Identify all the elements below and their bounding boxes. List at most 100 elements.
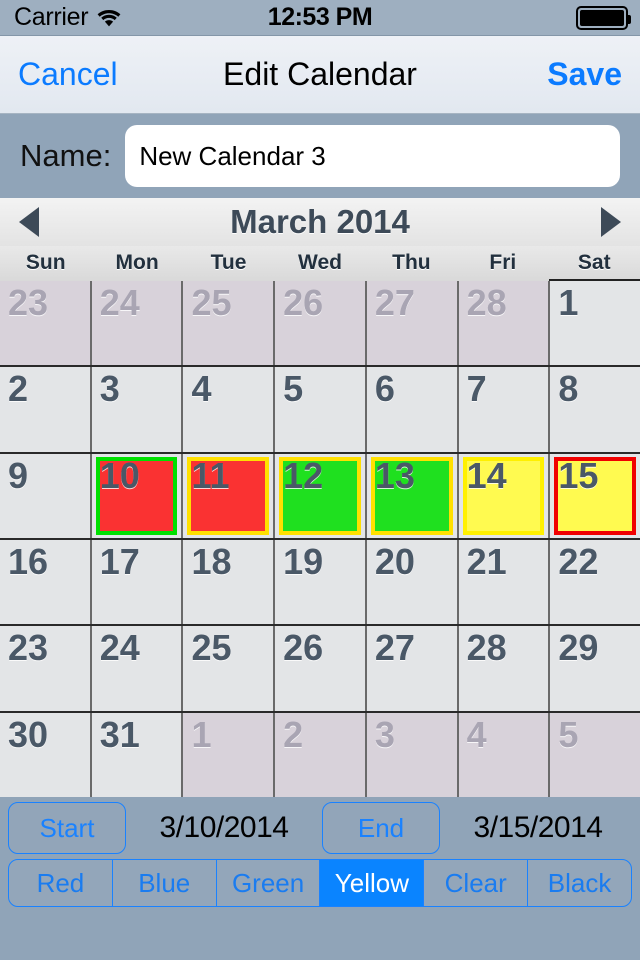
day-cell-3[interactable]: 3: [91, 367, 184, 452]
day-cell-1[interactable]: 1: [183, 712, 276, 797]
weekday-label-mon: Mon: [115, 251, 159, 274]
color-segment-yellow[interactable]: Yellow: [320, 860, 425, 906]
day-number: 2: [283, 713, 304, 755]
day-cell-2[interactable]: 2: [275, 712, 367, 797]
end-date-value: 3/15/2014: [473, 811, 603, 844]
day-number: 26: [283, 282, 324, 323]
day-highlight: [554, 456, 637, 535]
day-cell-19[interactable]: 19: [275, 539, 367, 625]
day-number: 29: [558, 627, 599, 669]
day-number: 24: [99, 627, 140, 669]
color-segment-red[interactable]: Red: [9, 860, 113, 906]
day-cell-13[interactable]: 13: [366, 453, 459, 538]
day-cell-14[interactable]: 14: [458, 453, 551, 538]
battery-fill: [580, 9, 624, 26]
day-number: 5: [558, 713, 579, 755]
day-cell-11[interactable]: 11: [183, 453, 276, 538]
day-cell-4[interactable]: 4: [458, 712, 551, 797]
day-cell-24[interactable]: 24: [91, 626, 184, 711]
day-number: 30: [8, 713, 49, 755]
day-cell-1[interactable]: 1: [550, 281, 640, 366]
day-number: 24: [99, 282, 140, 323]
day-highlight: [279, 456, 361, 535]
day-number: 5: [283, 368, 304, 410]
day-number: 28: [466, 282, 507, 323]
calendar-week-row: 23 24 25 26 27 28 29: [0, 626, 640, 713]
day-cell-26[interactable]: 26: [275, 281, 367, 366]
day-cell-27[interactable]: 27: [366, 626, 459, 711]
day-number: 1: [558, 282, 579, 323]
day-cell-24[interactable]: 24: [91, 281, 184, 366]
weekday-label-thu: Thu: [392, 251, 431, 274]
day-cell-4[interactable]: 4: [183, 367, 276, 452]
day-cell-25[interactable]: 25: [183, 281, 276, 366]
day-number: 4: [466, 713, 487, 755]
month-title: March 2014: [230, 203, 410, 240]
battery-cap: [627, 14, 631, 24]
day-number: 22: [558, 540, 599, 582]
day-cell-5[interactable]: 5: [275, 367, 367, 452]
day-cell-8[interactable]: 8: [550, 367, 640, 452]
day-cell-30[interactable]: 30: [0, 712, 92, 797]
day-highlight: [187, 456, 270, 535]
day-cell-15[interactable]: 15: [550, 453, 640, 538]
color-segment-green[interactable]: Green: [217, 860, 321, 906]
day-number: 2: [8, 368, 29, 410]
day-cell-12[interactable]: 12: [275, 453, 367, 538]
calendar-grid: 23 24 25 26 27 28 1 2 3 4 5 6 7 8 9 10 11 12 13 14 15 16 17 18 1…: [0, 281, 640, 797]
day-number: 27: [374, 282, 415, 323]
color-segment-clear[interactable]: Clear: [424, 860, 529, 906]
day-cell-16[interactable]: 16: [0, 539, 92, 625]
weekday-header: Sun Mon Tue Wed Thu Fri Sat: [0, 246, 640, 281]
day-cell-18[interactable]: 18: [183, 539, 276, 625]
day-number: 17: [99, 540, 140, 582]
day-cell-23[interactable]: 23: [0, 281, 92, 366]
month-header: March 2014: [0, 198, 640, 246]
day-cell-23[interactable]: 23: [0, 626, 92, 711]
day-highlight: [462, 456, 545, 535]
navigation-bar: Cancel Edit Calendar Save: [0, 36, 640, 114]
day-cell-28[interactable]: 28: [458, 626, 551, 711]
color-segmented-control[interactable]: Red Blue Green Yellow Clear Black: [8, 859, 632, 907]
color-segment-blue[interactable]: Blue: [113, 860, 217, 906]
day-cell-25[interactable]: 25: [183, 626, 276, 711]
day-number: 19: [283, 540, 324, 582]
calendar-week-row: 30 31 1 2 3 4 5: [0, 712, 640, 797]
day-number: 9: [8, 454, 29, 496]
day-cell-29[interactable]: 29: [550, 626, 640, 711]
day-number: 25: [191, 627, 232, 669]
weekday-label-sat: Sat: [548, 246, 640, 281]
day-number: 16: [8, 540, 49, 582]
status-bar: Carrier 12:53 PM: [0, 0, 640, 36]
calendar-name-input[interactable]: [125, 125, 620, 187]
day-number: 3: [374, 713, 395, 755]
day-cell-26[interactable]: 26: [275, 626, 367, 711]
day-cell-20[interactable]: 20: [366, 539, 459, 625]
day-number: 20: [374, 540, 415, 582]
calendar-week-row: 23 24 25 26 27 28 1: [0, 281, 640, 368]
day-cell-27[interactable]: 27: [366, 281, 459, 366]
day-cell-10[interactable]: 10: [91, 453, 184, 538]
day-cell-31[interactable]: 31: [91, 712, 184, 797]
color-segment-black[interactable]: Black: [528, 860, 631, 906]
day-number: 3: [99, 368, 120, 410]
day-cell-7[interactable]: 7: [458, 367, 551, 452]
day-cell-5[interactable]: 5: [550, 712, 640, 797]
weekday-label-tue: Tue: [210, 251, 247, 274]
day-number: 31: [99, 713, 140, 755]
day-number: 8: [558, 368, 579, 410]
start-date-button[interactable]: Start: [8, 802, 126, 854]
day-number: 25: [191, 282, 232, 323]
day-cell-6[interactable]: 6: [366, 367, 459, 452]
end-date-button[interactable]: End: [322, 802, 440, 854]
day-cell-22[interactable]: 22: [550, 539, 640, 625]
day-number: 6: [374, 368, 395, 410]
day-number: 7: [466, 368, 487, 410]
day-cell-28[interactable]: 28: [458, 281, 551, 366]
page-title: Edit Calendar: [223, 56, 417, 92]
day-cell-3[interactable]: 3: [366, 712, 459, 797]
day-cell-9[interactable]: 9: [0, 453, 92, 538]
day-cell-2[interactable]: 2: [0, 367, 92, 452]
day-cell-21[interactable]: 21: [458, 539, 551, 625]
day-cell-17[interactable]: 17: [91, 539, 184, 625]
